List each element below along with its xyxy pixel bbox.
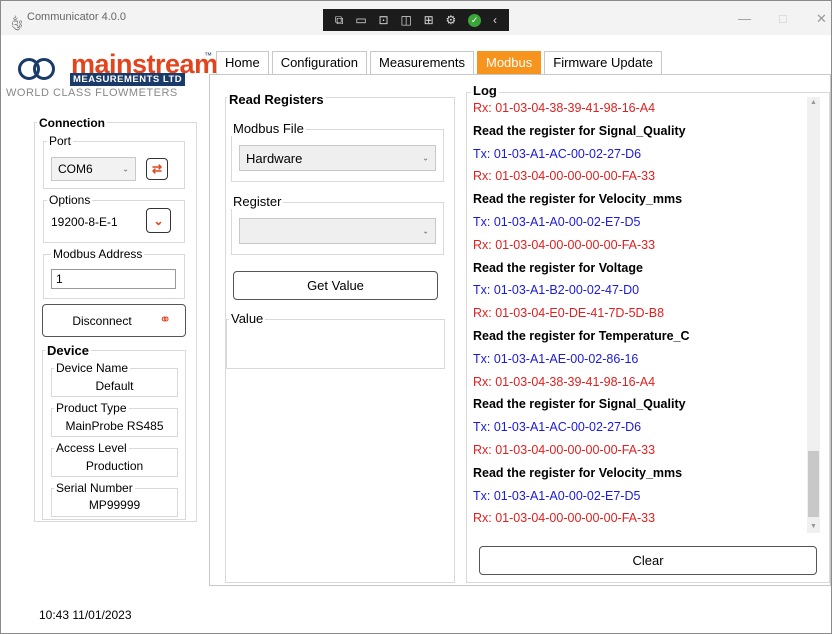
title-bar: ༂ Communicator 4.0.0 ⧉ ▭ ⊡ ◫ ⊞ ⚙ ✓ ‹ — □…: [1, 1, 831, 35]
options-label: Options: [47, 193, 93, 207]
log-line: Rx: 01-03-04-00-00-00-00-FA-33: [473, 442, 656, 457]
tab-configuration[interactable]: Configuration: [271, 51, 368, 75]
log-line: Read the register for Temperature_C: [473, 328, 690, 343]
logo-subtitle: MEASUREMENTS LTD: [70, 73, 186, 86]
log-line: Rx: 01-03-04-00-00-00-00-FA-33: [473, 169, 656, 184]
serial-number-label: Serial Number: [54, 481, 135, 495]
trademark-mark: ™: [204, 51, 212, 60]
log-line: Read the register for Signal_Quality: [473, 123, 686, 138]
scroll-up-icon[interactable]: ▲: [810, 99, 817, 106]
scroll-down-icon[interactable]: ▼: [810, 523, 817, 530]
log-line: Rx: 01-03-04-38-39-41-98-16-A4: [473, 374, 656, 389]
check-icon[interactable]: ✓: [468, 13, 482, 27]
modbus-file-select[interactable]: Hardware ⌄: [239, 145, 436, 171]
tray-icon-6[interactable]: ⚙: [446, 13, 457, 27]
refresh-icon: ⇄: [151, 162, 163, 176]
tray-icon-4[interactable]: ◫: [400, 13, 411, 27]
device-heading: Device: [45, 343, 91, 358]
tray-collapse-icon[interactable]: ‹: [493, 13, 497, 27]
modbus-address-label: Modbus Address: [51, 247, 145, 261]
app-icon: ༂: [11, 19, 23, 31]
port-value: COM6: [58, 162, 93, 176]
minimize-button[interactable]: —: [738, 11, 751, 26]
log-scrollbar[interactable]: ▲ ▼: [807, 97, 820, 533]
tab-home[interactable]: Home: [216, 51, 269, 75]
chevron-down-icon: ⌄: [122, 164, 129, 174]
options-value: 19200-8-E-1: [51, 215, 118, 229]
log-line: Rx: 01-03-04-38-39-41-98-16-A4: [473, 101, 656, 115]
log-line: Tx: 01-03-A1-B2-00-02-47-D0: [473, 283, 640, 298]
clear-log-button[interactable]: Clear: [479, 546, 817, 575]
log-line: Read the register for Voltage: [473, 260, 643, 275]
disconnect-label: Disconnect: [72, 313, 132, 328]
log-line: Rx: 01-03-04-00-00-00-00-FA-33: [473, 511, 656, 526]
modbus-file-value: Hardware: [246, 150, 303, 166]
log-heading: Log: [471, 83, 499, 98]
link-icon: ⚭: [159, 311, 171, 327]
get-value-button[interactable]: Get Value: [233, 271, 438, 300]
product-type-value: MainProbe RS485: [65, 419, 164, 433]
access-level-value: Production: [85, 459, 144, 473]
tray-icon-5[interactable]: ⊞: [424, 13, 434, 27]
system-tray-strip: ⧉ ▭ ⊡ ◫ ⊞ ⚙ ✓ ‹: [323, 9, 509, 31]
log-line: Tx: 01-03-A1-AC-00-02-27-D6: [473, 146, 642, 161]
tab-firmware-update[interactable]: Firmware Update: [544, 51, 662, 75]
register-label: Register: [231, 194, 284, 209]
device-name-label: Device Name: [54, 361, 131, 375]
modbus-address-input[interactable]: 1: [51, 269, 176, 289]
port-label: Port: [47, 134, 74, 148]
tray-icon-3[interactable]: ⊡: [379, 13, 389, 27]
log-line: Tx: 01-03-A1-A0-00-02-E7-D5: [473, 214, 641, 229]
log-line: Read the register for Velocity_mms: [473, 465, 683, 480]
disconnect-button[interactable]: Disconnect ⚭: [42, 304, 186, 337]
modbus-file-label: Modbus File: [231, 121, 306, 136]
maximize-button[interactable]: □: [779, 11, 787, 26]
log-line: Tx: 01-03-A1-AC-00-02-27-D6: [473, 420, 642, 435]
read-registers-heading: Read Registers: [227, 92, 326, 107]
device-name-value: Default: [95, 379, 134, 393]
tab-measurements[interactable]: Measurements: [370, 51, 474, 75]
log-line: Rx: 01-03-04-00-00-00-00-FA-33: [473, 237, 656, 252]
refresh-ports-button[interactable]: ⇄: [146, 158, 168, 180]
log-line: Tx: 01-03-A1-AE-00-02-86-16: [473, 351, 639, 366]
log-line: Read the register for Signal_Quality: [473, 397, 686, 412]
chevron-down-icon: ⌄: [153, 213, 164, 228]
access-level-label: Access Level: [54, 441, 129, 455]
product-type-label: Product Type: [54, 401, 129, 415]
value-group: [226, 319, 445, 369]
tab-modbus[interactable]: Modbus: [477, 51, 542, 75]
tray-icon-2[interactable]: ▭: [355, 13, 366, 27]
options-dropdown-button[interactable]: ⌄: [146, 208, 171, 233]
log-line: Read the register for Velocity_mms: [473, 192, 683, 207]
logo-tagline: WORLD CLASS FLOWMETERS: [6, 87, 178, 99]
close-button[interactable]: ✕: [816, 11, 827, 27]
chevron-down-icon: ⌄: [422, 226, 429, 236]
app-window: ༂ Communicator 4.0.0 ⧉ ▭ ⊡ ◫ ⊞ ⚙ ✓ ‹ — □…: [0, 0, 832, 634]
window-title: Communicator 4.0.0: [27, 11, 127, 23]
logo-mark: [18, 56, 68, 82]
port-select[interactable]: COM6 ⌄: [51, 157, 136, 181]
log-line: Tx: 01-03-A1-A0-00-02-E7-D5: [473, 488, 641, 503]
status-datetime: 10:43 11/01/2023: [39, 608, 132, 622]
value-label: Value: [229, 311, 266, 326]
log-line: Rx: 01-03-04-E0-DE-41-7D-5D-B8: [473, 306, 665, 321]
register-select[interactable]: ⌄: [239, 218, 436, 244]
serial-number-value: MP99999: [88, 498, 141, 512]
tab-strip: Home Configuration Measurements Modbus F…: [216, 51, 665, 75]
scroll-thumb[interactable]: [808, 451, 819, 517]
chevron-down-icon: ⌄: [422, 153, 429, 163]
connection-heading: Connection: [37, 116, 107, 130]
tray-icon-1[interactable]: ⧉: [335, 13, 344, 28]
log-list[interactable]: Rx: 01-03-04-38-39-41-98-16-A4 Read the r…: [473, 97, 807, 533]
